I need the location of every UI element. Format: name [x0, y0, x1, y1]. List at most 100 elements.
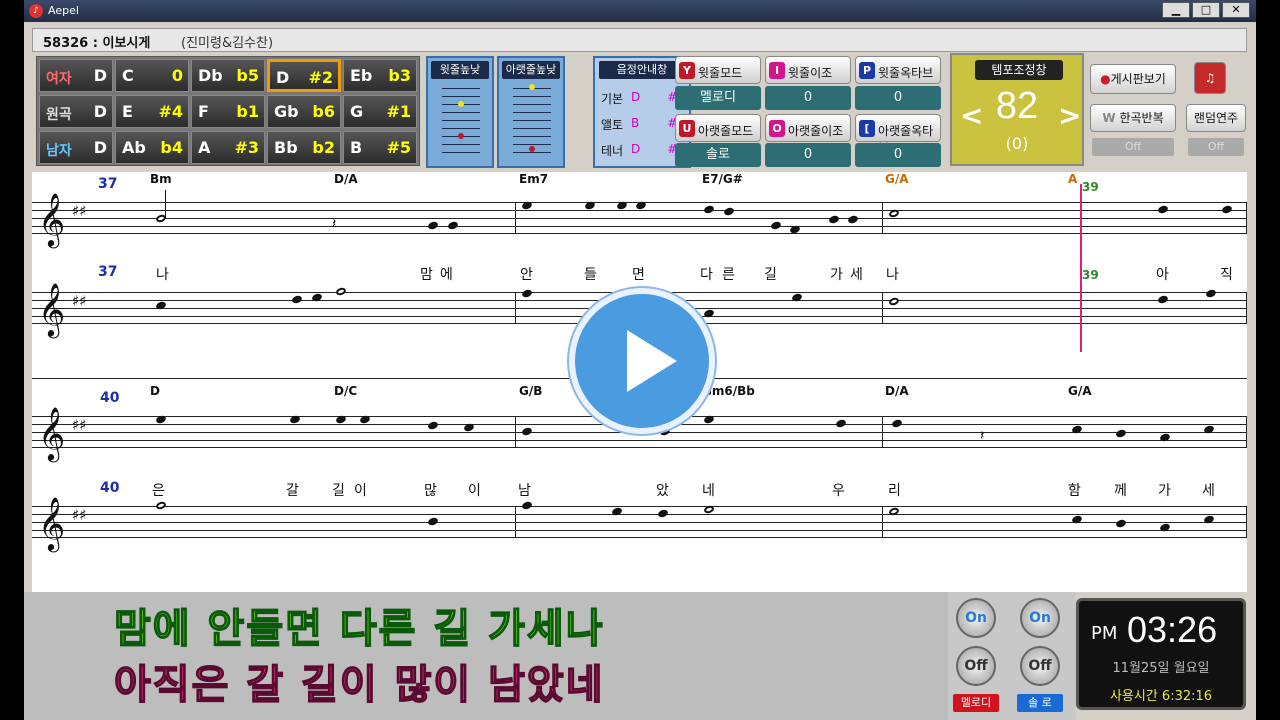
key-name: D: [276, 68, 290, 87]
repeat-song-button[interactable]: W 한곡반복: [1090, 104, 1176, 132]
melody-off-button[interactable]: Off: [956, 646, 996, 686]
lyre-icon[interactable]: ♫: [1194, 62, 1226, 94]
key-row-label: 원곡: [46, 107, 72, 123]
key-cell[interactable]: Fb1: [191, 95, 265, 128]
lyric-syllable: 른: [722, 267, 735, 283]
key-cell[interactable]: A #3: [191, 131, 265, 164]
barline: [882, 416, 883, 448]
next-lyric-line: 아직은 갈 길이 많이 남았네: [113, 661, 605, 709]
lyric-syllable: 리: [888, 483, 901, 499]
measure-number: 40: [100, 390, 120, 406]
lower-pitch-panel[interactable]: 아랫줄높낮: [497, 56, 565, 168]
upper-mode-button[interactable]: Y 윗줄모드: [675, 56, 761, 84]
barline: [1246, 202, 1247, 234]
key-name: C: [122, 66, 134, 85]
key-offset: #3: [234, 138, 259, 157]
karaoke-lyrics-panel: 맘에 안들면 다른 길 가세나 아직은 갈 길이 많이 남았네: [24, 592, 948, 720]
key-cell-selected[interactable]: D #2: [267, 59, 341, 92]
pitch-line: [442, 96, 480, 97]
lyric-syllable: 길: [764, 267, 777, 283]
key-cell[interactable]: B #5: [343, 131, 417, 164]
key-cell[interactable]: Eb b3: [343, 59, 417, 92]
key-offset: #2: [308, 68, 333, 87]
usage-time: 사용시간 6:32:16: [1109, 689, 1213, 704]
treble-clef-icon: 𝄞: [38, 192, 66, 246]
measure-number: 39: [1082, 268, 1099, 282]
close-button[interactable]: ✕: [1222, 2, 1250, 18]
playback-cursor: [1080, 184, 1082, 352]
key-cell[interactable]: Gb b6: [267, 95, 341, 128]
chord-label: D: [150, 384, 160, 398]
minimize-button[interactable]: ▁: [1162, 2, 1190, 18]
barline: [882, 292, 883, 324]
pitch-marker-icon: [529, 146, 535, 152]
lower-octave-value: 0: [855, 143, 941, 167]
board-view-button[interactable]: ●게시판보기: [1090, 64, 1176, 94]
barline: [1246, 506, 1247, 538]
lower-transpose-button[interactable]: O 아랫줄이조: [765, 114, 851, 142]
barline: [515, 292, 516, 324]
treble-clef-icon: 𝄞: [38, 406, 66, 460]
barline: [1246, 292, 1247, 324]
key-cell[interactable]: Bb b2: [267, 131, 341, 164]
maximize-button[interactable]: □: [1192, 2, 1220, 18]
random-play-button[interactable]: 랜덤연주: [1186, 104, 1246, 132]
key-signature-icon: ♯♯: [72, 506, 87, 524]
tempo-title: 템포조정창: [975, 60, 1063, 80]
lower-octave-button[interactable]: [ 아랫줄옥타브: [855, 114, 941, 155]
key-cell[interactable]: E #4: [115, 95, 189, 128]
lyric-syllable: 남: [518, 483, 531, 499]
lower-mode-button[interactable]: U 아랫줄모드: [675, 114, 761, 142]
play-video-button[interactable]: [569, 288, 715, 434]
key-i-icon: I: [769, 62, 785, 79]
key-name: Ab: [122, 138, 146, 157]
clock-time: 03:26: [1127, 609, 1218, 650]
upper-octave-label: 윗줄옥타브: [878, 66, 934, 80]
solo-on-button[interactable]: On: [1020, 598, 1060, 638]
lyric-syllable: 갈: [286, 483, 299, 499]
lower-mode-label: 아랫줄모드: [698, 124, 754, 138]
key-cell[interactable]: G #1: [343, 95, 417, 128]
chord-label: A: [1068, 172, 1078, 186]
pitch-marker-icon: [529, 84, 535, 90]
clock-date: 11월25일 월요일: [1112, 661, 1210, 676]
key-signature-icon: ♯♯: [72, 416, 87, 434]
lyric-syllable: 아: [1156, 267, 1169, 283]
lyric-syllable: 나: [886, 267, 899, 283]
key-cell[interactable]: Ab b4: [115, 131, 189, 164]
lyric-syllable: 이: [468, 483, 481, 499]
upper-octave-button[interactable]: P 윗줄옥타브: [855, 56, 941, 84]
staff: [32, 506, 1247, 538]
lyric-syllable: 면: [632, 267, 645, 283]
melody-on-button[interactable]: On: [956, 598, 996, 638]
key-row-value: D: [93, 66, 107, 85]
upper-pitch-panel[interactable]: 윗줄높낮: [426, 56, 494, 168]
app-title: Aepel: [48, 4, 79, 17]
record-dot-icon: ●: [1100, 72, 1111, 86]
treble-clef-icon: 𝄞: [38, 496, 66, 550]
key-offset: b2: [312, 138, 335, 157]
upper-mode-label: 윗줄모드: [698, 66, 743, 80]
key-cell[interactable]: Db b5: [191, 59, 265, 92]
key-o-icon: O: [769, 120, 785, 137]
solo-off-button[interactable]: Off: [1020, 646, 1060, 686]
guide-row: 테너D#4: [601, 142, 685, 159]
chord-label: G/A: [885, 172, 909, 186]
upper-transpose-button[interactable]: I 윗줄이조: [765, 56, 851, 84]
key-row-female[interactable]: 여자 D: [39, 59, 113, 92]
pitch-line: [513, 136, 551, 137]
key-offset: 0: [171, 66, 183, 85]
guide-row: 앨토B#5: [601, 116, 685, 133]
lower-transpose-label: 아랫줄이조: [788, 124, 844, 138]
key-row-original[interactable]: 원곡 D: [39, 95, 113, 128]
key-row-male[interactable]: 남자 D: [39, 131, 113, 164]
key-offset: #1: [386, 102, 411, 121]
barline: [1246, 416, 1247, 448]
key-bracket-icon: [: [859, 120, 875, 137]
key-name: Eb: [350, 66, 373, 85]
chord-label: D/A: [885, 384, 909, 398]
lyric-syllable: 가: [830, 267, 843, 283]
key-cell[interactable]: C0: [115, 59, 189, 92]
lyric-syllable: 다: [700, 267, 713, 283]
guide-note: B: [631, 116, 640, 130]
